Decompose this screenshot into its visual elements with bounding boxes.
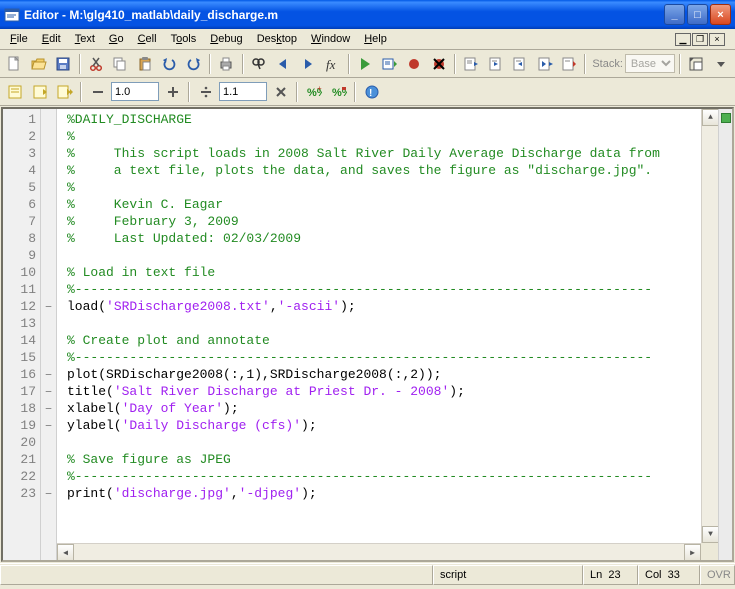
minimize-button[interactable]: _ bbox=[664, 4, 685, 25]
editor-area: 1234567891011121314151617181920212223 ––… bbox=[1, 107, 734, 562]
scroll-left-button[interactable]: ◀ bbox=[57, 544, 74, 560]
separator bbox=[584, 54, 586, 74]
eval-cell-button[interactable] bbox=[28, 81, 51, 103]
scroll-down-button[interactable]: ▼ bbox=[702, 526, 718, 543]
step-out-button[interactable] bbox=[509, 53, 532, 75]
status-column: Col 33 bbox=[638, 565, 700, 585]
close-button[interactable]: × bbox=[710, 4, 731, 25]
copy-button[interactable] bbox=[109, 53, 132, 75]
separator bbox=[454, 54, 456, 74]
separator bbox=[188, 82, 190, 102]
scroll-corner bbox=[701, 543, 718, 560]
find-button[interactable] bbox=[248, 53, 271, 75]
stack-label: Stack: bbox=[592, 58, 623, 70]
separator bbox=[354, 82, 356, 102]
new-file-button[interactable] bbox=[3, 53, 26, 75]
menu-bar: File Edit Text Go Cell Tools Debug Deskt… bbox=[0, 29, 735, 50]
cell-mode-button[interactable] bbox=[3, 81, 26, 103]
print-button[interactable] bbox=[215, 53, 238, 75]
vertical-scrollbar[interactable]: ▲ ▼ bbox=[701, 109, 718, 543]
menu-go[interactable]: Go bbox=[102, 31, 131, 47]
app-icon bbox=[4, 7, 20, 23]
message-indicator-column[interactable] bbox=[718, 109, 732, 560]
multiply-button[interactable] bbox=[269, 81, 292, 103]
redo-button[interactable] bbox=[183, 53, 206, 75]
menu-desktop[interactable]: Desktop bbox=[250, 31, 304, 47]
status-file-type: script bbox=[433, 565, 583, 585]
stack-select[interactable]: Base bbox=[625, 54, 675, 73]
open-file-button[interactable] bbox=[28, 53, 51, 75]
status-line: Ln 23 bbox=[583, 565, 638, 585]
separator bbox=[209, 54, 211, 74]
status-ovr: OVR bbox=[700, 565, 735, 585]
maximize-button[interactable]: □ bbox=[687, 4, 708, 25]
breakpoint-set-button[interactable] bbox=[403, 53, 426, 75]
code-editor[interactable]: %DAILY_DISCHARGE%% This script loads in … bbox=[57, 109, 718, 560]
menu-cell[interactable]: Cell bbox=[131, 31, 164, 47]
window-title: Editor - M:\glg410_matlab\daily_discharg… bbox=[24, 8, 662, 22]
mdi-close-button[interactable]: × bbox=[709, 33, 725, 46]
main-toolbar: fx Stack: Base bbox=[0, 50, 735, 78]
cell-toolbar: %%+ %% ! bbox=[0, 78, 735, 106]
breakpoint-clear-button[interactable] bbox=[427, 53, 450, 75]
separator bbox=[348, 54, 350, 74]
horizontal-scrollbar[interactable]: ◀ ▶ bbox=[57, 543, 701, 560]
scroll-right-button[interactable]: ▶ bbox=[684, 544, 701, 560]
step-in-button[interactable] bbox=[484, 53, 507, 75]
svg-text:+: + bbox=[317, 84, 322, 93]
mult-input[interactable] bbox=[219, 82, 267, 101]
status-bar: script Ln 23 Col 33 OVR bbox=[0, 563, 735, 585]
show-functions-button[interactable]: ! bbox=[360, 81, 383, 103]
status-spacer bbox=[0, 565, 433, 585]
step-input[interactable] bbox=[111, 82, 159, 101]
separator bbox=[296, 82, 298, 102]
continue-button[interactable] bbox=[533, 53, 556, 75]
nav-forward-button[interactable] bbox=[297, 53, 320, 75]
separator bbox=[80, 82, 82, 102]
scroll-up-button[interactable]: ▲ bbox=[702, 109, 718, 126]
insert-cell-break-button[interactable]: %%+ bbox=[302, 81, 325, 103]
eval-cell-advance-button[interactable] bbox=[53, 81, 76, 103]
undo-button[interactable] bbox=[158, 53, 181, 75]
toolbar-menu-button[interactable] bbox=[709, 53, 732, 75]
line-number-gutter[interactable]: 1234567891011121314151617181920212223 bbox=[3, 109, 41, 560]
decrement-button[interactable] bbox=[86, 81, 109, 103]
function-hint-button[interactable]: fx bbox=[321, 53, 344, 75]
run-button[interactable] bbox=[354, 53, 377, 75]
menu-edit[interactable]: Edit bbox=[35, 31, 68, 47]
divide-button[interactable] bbox=[194, 81, 217, 103]
mdi-restore-button[interactable]: ❐ bbox=[692, 33, 708, 46]
exit-debug-button[interactable] bbox=[558, 53, 581, 75]
svg-text:fx: fx bbox=[326, 57, 336, 72]
separator bbox=[242, 54, 244, 74]
menu-debug[interactable]: Debug bbox=[203, 31, 249, 47]
insert-cell-section-button[interactable]: %% bbox=[327, 81, 350, 103]
separator bbox=[79, 54, 81, 74]
menu-tools[interactable]: Tools bbox=[164, 31, 204, 47]
menu-text[interactable]: Text bbox=[68, 31, 102, 47]
mdi-minimize-button[interactable]: ▁ bbox=[675, 33, 691, 46]
menu-file[interactable]: File bbox=[3, 31, 35, 47]
increment-button[interactable] bbox=[161, 81, 184, 103]
menu-help[interactable]: Help bbox=[357, 31, 394, 47]
run-advance-button[interactable] bbox=[378, 53, 401, 75]
cut-button[interactable] bbox=[85, 53, 108, 75]
title-bar: Editor - M:\glg410_matlab\daily_discharg… bbox=[0, 0, 735, 29]
separator bbox=[679, 54, 681, 74]
save-button[interactable] bbox=[52, 53, 75, 75]
breakpoint-column[interactable]: –––––– bbox=[41, 109, 57, 560]
step-button[interactable] bbox=[460, 53, 483, 75]
paste-button[interactable] bbox=[134, 53, 157, 75]
menu-window[interactable]: Window bbox=[304, 31, 357, 47]
svg-text:!: ! bbox=[369, 88, 372, 99]
nav-back-button[interactable] bbox=[272, 53, 295, 75]
dock-button[interactable] bbox=[685, 53, 708, 75]
code-ok-indicator bbox=[721, 113, 731, 123]
